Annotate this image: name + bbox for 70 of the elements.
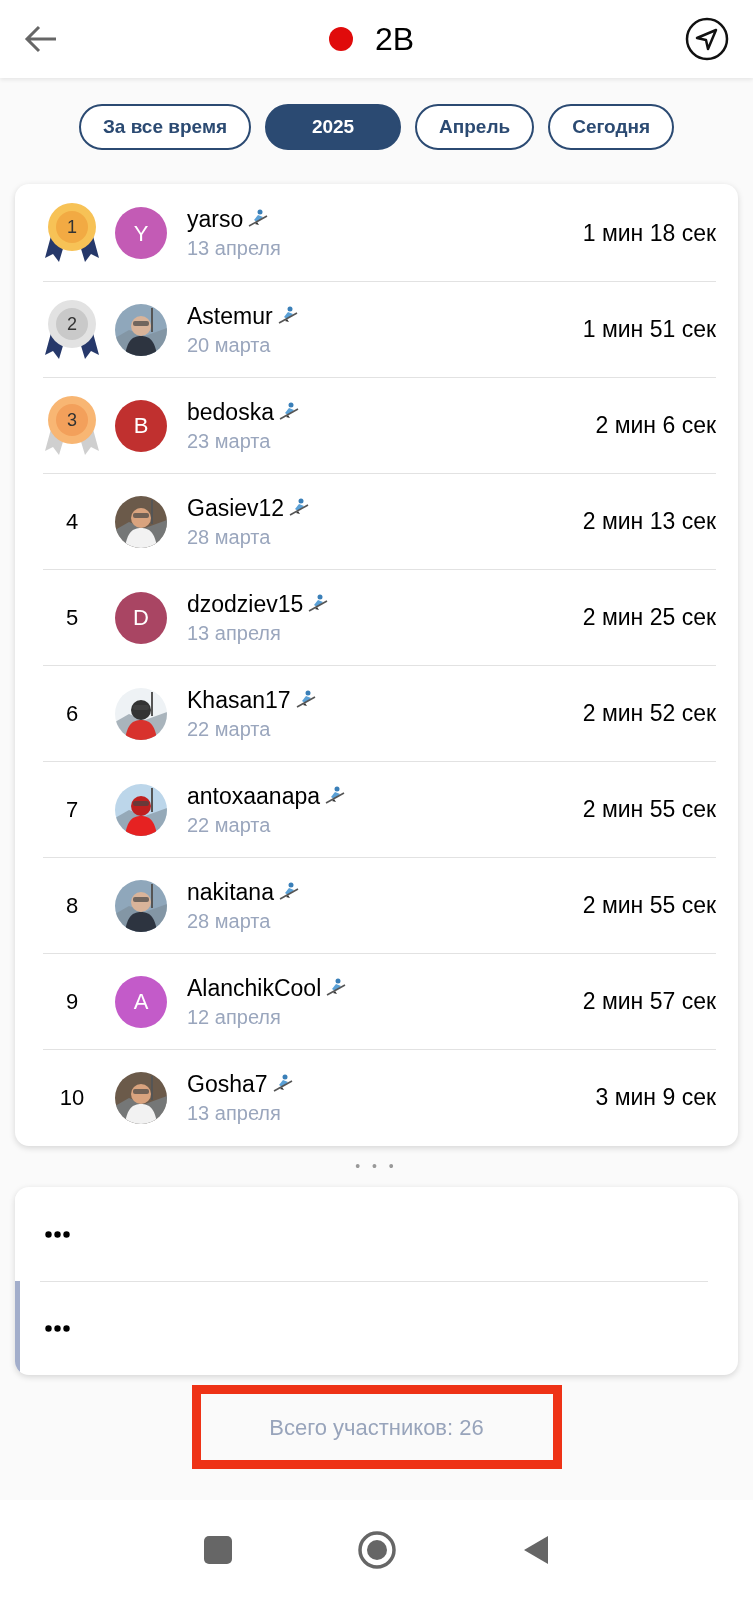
user-name: bedoska [187,397,274,427]
skier-icon [277,401,300,422]
medal-icon [43,394,101,457]
total-participants: Всего участников: 26 [191,1385,562,1469]
rank-number: 9 [65,988,79,1016]
run-date: 13 апреля [187,1100,282,1126]
user-name: Astemur [187,301,273,331]
skier-icon [324,785,346,806]
avatar: B [115,399,167,452]
skier-icon [288,497,311,518]
user-name: dzodziev15 [187,589,304,619]
run-time: 2 мин 55 сек [582,891,716,921]
skier-icon [271,1073,294,1094]
run-date: 13 апреля [187,620,282,646]
skier-icon [307,593,330,614]
run-time: 2 мин 25 сек [582,603,716,633]
back-arrow-icon[interactable] [24,24,58,54]
period-tab[interactable]: 2025 [265,104,402,150]
run-date: 23 марта [187,428,272,454]
rank-number: 6 [65,700,79,728]
run-date: 22 марта [187,812,272,838]
medal-icon [43,202,101,264]
avatar: Y [115,207,167,259]
run-date: 22 марта [187,716,272,742]
run-date: 28 марта [187,908,272,934]
home-icon[interactable] [356,1530,397,1570]
user-name: Gasiev12 [187,493,285,523]
rank-number: 3 [67,408,77,432]
period-tab[interactable]: За все время [78,104,252,150]
run-time: 2 мин 57 сек [582,987,716,1017]
run-time: 1 мин 18 сек [582,218,716,248]
avatar: D [115,591,167,644]
rank-number: 2 [67,312,77,336]
user-name: antoxaanapa [187,781,320,811]
user-name: Khasan17 [187,685,291,715]
avatar: A [115,975,167,1028]
recent-apps-icon[interactable] [203,1536,232,1564]
ellipsis-icon [45,1325,70,1332]
user-name: Gosha7 [187,1069,268,1099]
run-date: 12 апреля [187,1004,282,1030]
run-date: 28 марта [187,524,272,550]
medal-icon [43,298,101,361]
run-time: 2 мин 52 сек [582,699,716,729]
rank-number: 1 [67,216,77,239]
rank-number: 7 [65,796,79,824]
navigation-icon[interactable] [685,17,729,61]
run-date: 20 марта [187,332,272,358]
user-name: yarso [187,205,244,234]
skier-icon [277,881,300,902]
rank-number: 4 [65,508,79,536]
period-tab[interactable]: Сегодня [548,104,675,150]
rank-number: 8 [65,892,79,920]
page-title: 2B [374,20,415,59]
run-time: 2 мин 6 сек [595,411,716,441]
period-tab[interactable]: Апрель [415,104,535,150]
skier-icon [247,209,270,229]
skier-icon [276,305,299,326]
user-name: AlanchikCool [187,973,322,1003]
user-name: nakitana [187,877,274,907]
skier-icon [294,689,317,710]
run-time: 2 мин 55 сек [582,795,716,825]
run-date: 13 апреля [187,236,282,261]
run-time: 3 мин 9 сек [595,1083,716,1113]
rank-number: 10 [59,1084,85,1112]
rank-number: 5 [65,604,79,632]
run-time: 1 мин 51 сек [582,315,716,345]
more-indicator: • • • [355,1157,398,1176]
run-time: 2 мин 13 сек [582,507,716,537]
skier-icon [325,977,348,998]
ellipsis-icon [45,1230,70,1238]
